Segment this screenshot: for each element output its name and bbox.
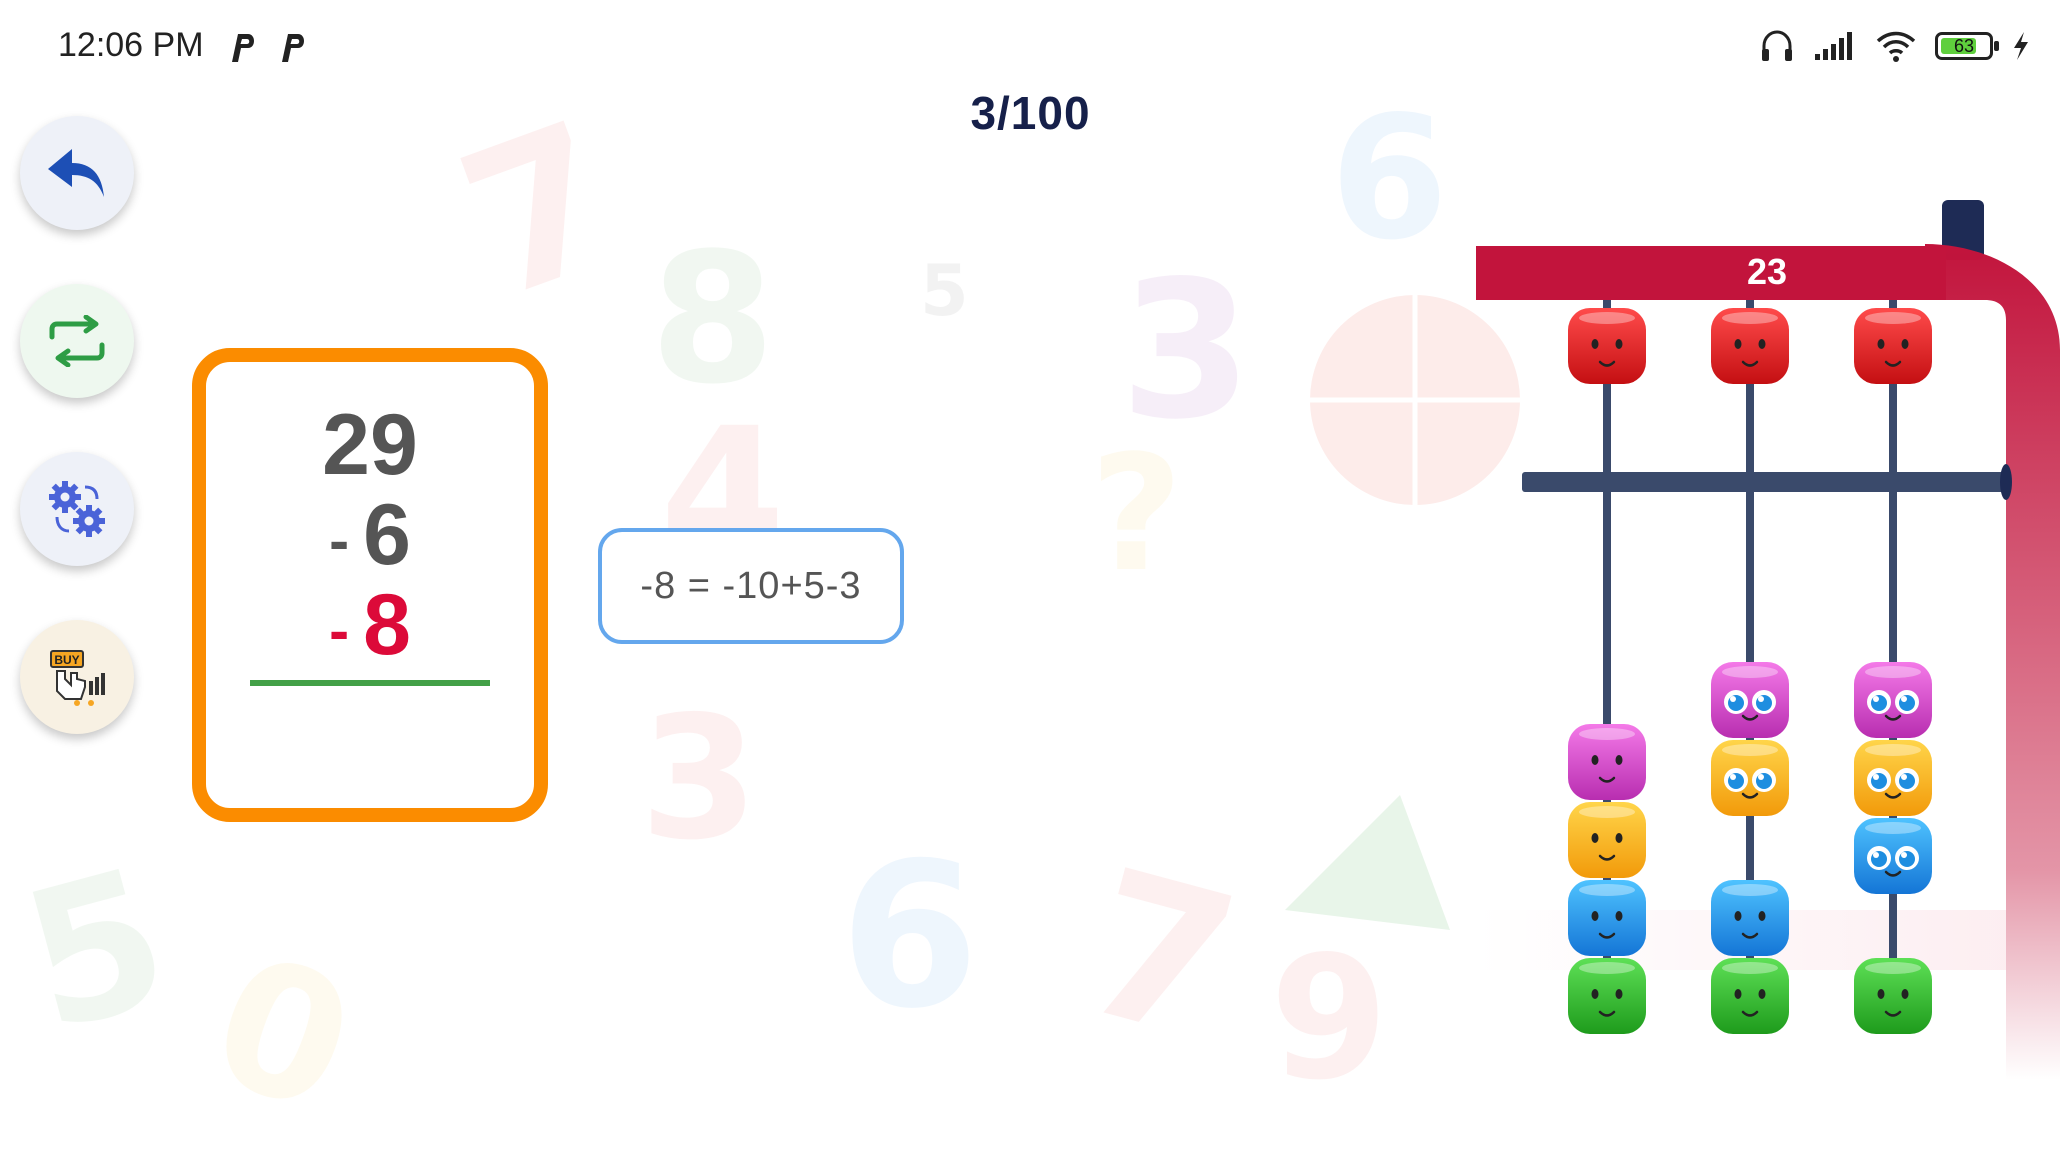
lower-bead-rod-1-2[interactable]	[1568, 802, 1646, 878]
switch-button[interactable]	[20, 284, 134, 398]
third-number: 8	[363, 577, 411, 673]
abacus-beam	[1522, 472, 2008, 492]
upper-bead-rod-2[interactable]	[1711, 308, 1789, 384]
svg-text:BUY: BUY	[54, 653, 79, 667]
lower-bead-rod-2-2[interactable]	[1711, 740, 1789, 816]
settings-button[interactable]	[20, 452, 134, 566]
minus-sign: -	[329, 507, 350, 575]
abacus-rod	[1746, 300, 1754, 970]
lower-bead-rod-1-4[interactable]	[1568, 958, 1646, 1034]
abacus-top-bar	[1476, 246, 1946, 300]
headphones-icon	[1762, 30, 1792, 61]
lower-bead-rod-3-3[interactable]	[1854, 818, 1932, 894]
third-term: -8	[206, 580, 534, 676]
lower-bead-rod-2-3[interactable]	[1711, 880, 1789, 956]
lower-bead-rod-2-1[interactable]	[1711, 662, 1789, 738]
wifi-icon	[1876, 31, 1916, 62]
second-number: 6	[363, 487, 411, 583]
upper-bead-rod-3[interactable]	[1854, 308, 1932, 384]
lower-bead-rod-3-2[interactable]	[1854, 740, 1932, 816]
lower-bead-rod-3-1[interactable]	[1854, 662, 1932, 738]
gears-icon	[49, 481, 105, 537]
abacus: 23	[1476, 200, 2060, 1080]
lower-bead-rod-2-4[interactable]	[1711, 958, 1789, 1034]
abacus-value: 23	[1747, 251, 1787, 292]
swap-arrows-icon	[49, 315, 105, 367]
lower-bead-rod-3-4[interactable]	[1854, 958, 1932, 1034]
answer-line	[250, 680, 490, 686]
buy-button[interactable]: BUY	[20, 620, 134, 734]
question-counter: 3/100	[970, 87, 1091, 139]
parking-icon	[232, 34, 254, 62]
status-time: 12:06 PM	[58, 26, 204, 64]
lower-bead-rod-1-3[interactable]	[1568, 880, 1646, 956]
battery-icon: 63	[1935, 32, 1999, 60]
lower-bead-rod-1-1[interactable]	[1568, 724, 1646, 800]
abacus-rods	[1603, 300, 1897, 970]
undo-arrow-icon	[48, 149, 104, 197]
status-bar: 12:06 PM 63	[0, 0, 2061, 88]
upper-bead-rod-1[interactable]	[1568, 308, 1646, 384]
back-button[interactable]	[20, 116, 134, 230]
minus-sign: -	[329, 597, 350, 665]
buy-hand-icon: BUY	[50, 650, 105, 706]
first-number: 29	[322, 397, 418, 493]
parking-icon	[282, 34, 304, 62]
second-term: -6	[206, 490, 534, 586]
signal-icon	[1815, 32, 1852, 60]
charging-icon	[2014, 32, 2028, 60]
battery-level: 63	[1953, 36, 1975, 56]
problem-card: 29 -6 -8	[192, 348, 548, 822]
hint-box: -8 = -10+5-3	[598, 528, 904, 644]
